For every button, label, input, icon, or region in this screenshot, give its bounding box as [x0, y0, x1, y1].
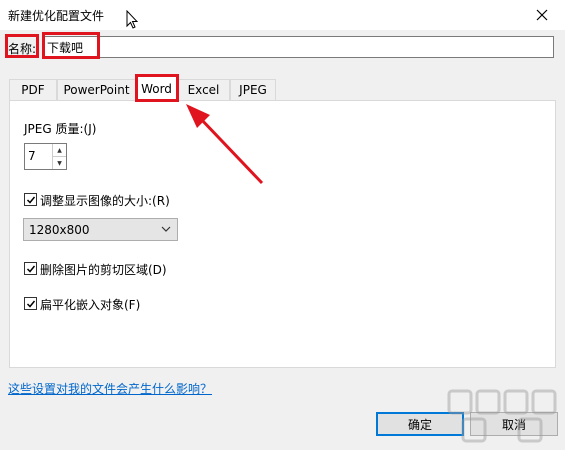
jpeg-quality-value[interactable]: 7 [28, 149, 36, 163]
title-bar: 新建优化配置文件 [0, 0, 565, 30]
checkmark-icon [26, 300, 35, 308]
resize-images-label: 调整显示图像的大小:(R) [40, 194, 170, 208]
checkmark-icon [26, 265, 35, 273]
stepper-up-icon[interactable]: ▲ [53, 144, 66, 157]
resolution-select[interactable]: 1280x800 [23, 218, 178, 241]
chevron-down-icon [161, 226, 171, 232]
delete-crop-label: 删除图片的剪切区域(D) [40, 263, 167, 277]
delete-crop-checkbox[interactable] [24, 262, 37, 275]
resize-images-checkbox[interactable] [24, 193, 37, 206]
highlight-box-word-tab [135, 74, 179, 102]
name-input[interactable]: 下载吧 [42, 36, 554, 58]
close-button[interactable] [519, 0, 565, 30]
tab-powerpoint[interactable]: PowerPoint [57, 79, 136, 100]
stepper-down-icon[interactable]: ▼ [53, 157, 66, 169]
resolution-value: 1280x800 [29, 223, 90, 237]
close-icon [536, 9, 548, 21]
tab-jpeg[interactable]: JPEG [230, 79, 276, 100]
jpeg-quality-stepper[interactable]: 7 ▲ ▼ [24, 143, 67, 170]
window-title: 新建优化配置文件 [8, 9, 105, 23]
jpeg-quality-label: JPEG 质量:(J) [24, 122, 97, 136]
watermark-logo-icon [447, 389, 557, 443]
help-link[interactable]: 这些设置对我的文件会产生什么影响？ [8, 380, 212, 397]
checkmark-icon [26, 196, 35, 204]
tab-excel[interactable]: Excel [177, 79, 230, 100]
highlight-box-name-value [42, 32, 100, 59]
mouse-cursor-icon [126, 9, 139, 32]
flatten-checkbox[interactable] [24, 297, 37, 310]
tab-pdf[interactable]: PDF [9, 79, 57, 100]
flatten-label: 扁平化嵌入对象(F) [40, 298, 141, 312]
highlight-box-name-label [5, 34, 39, 58]
